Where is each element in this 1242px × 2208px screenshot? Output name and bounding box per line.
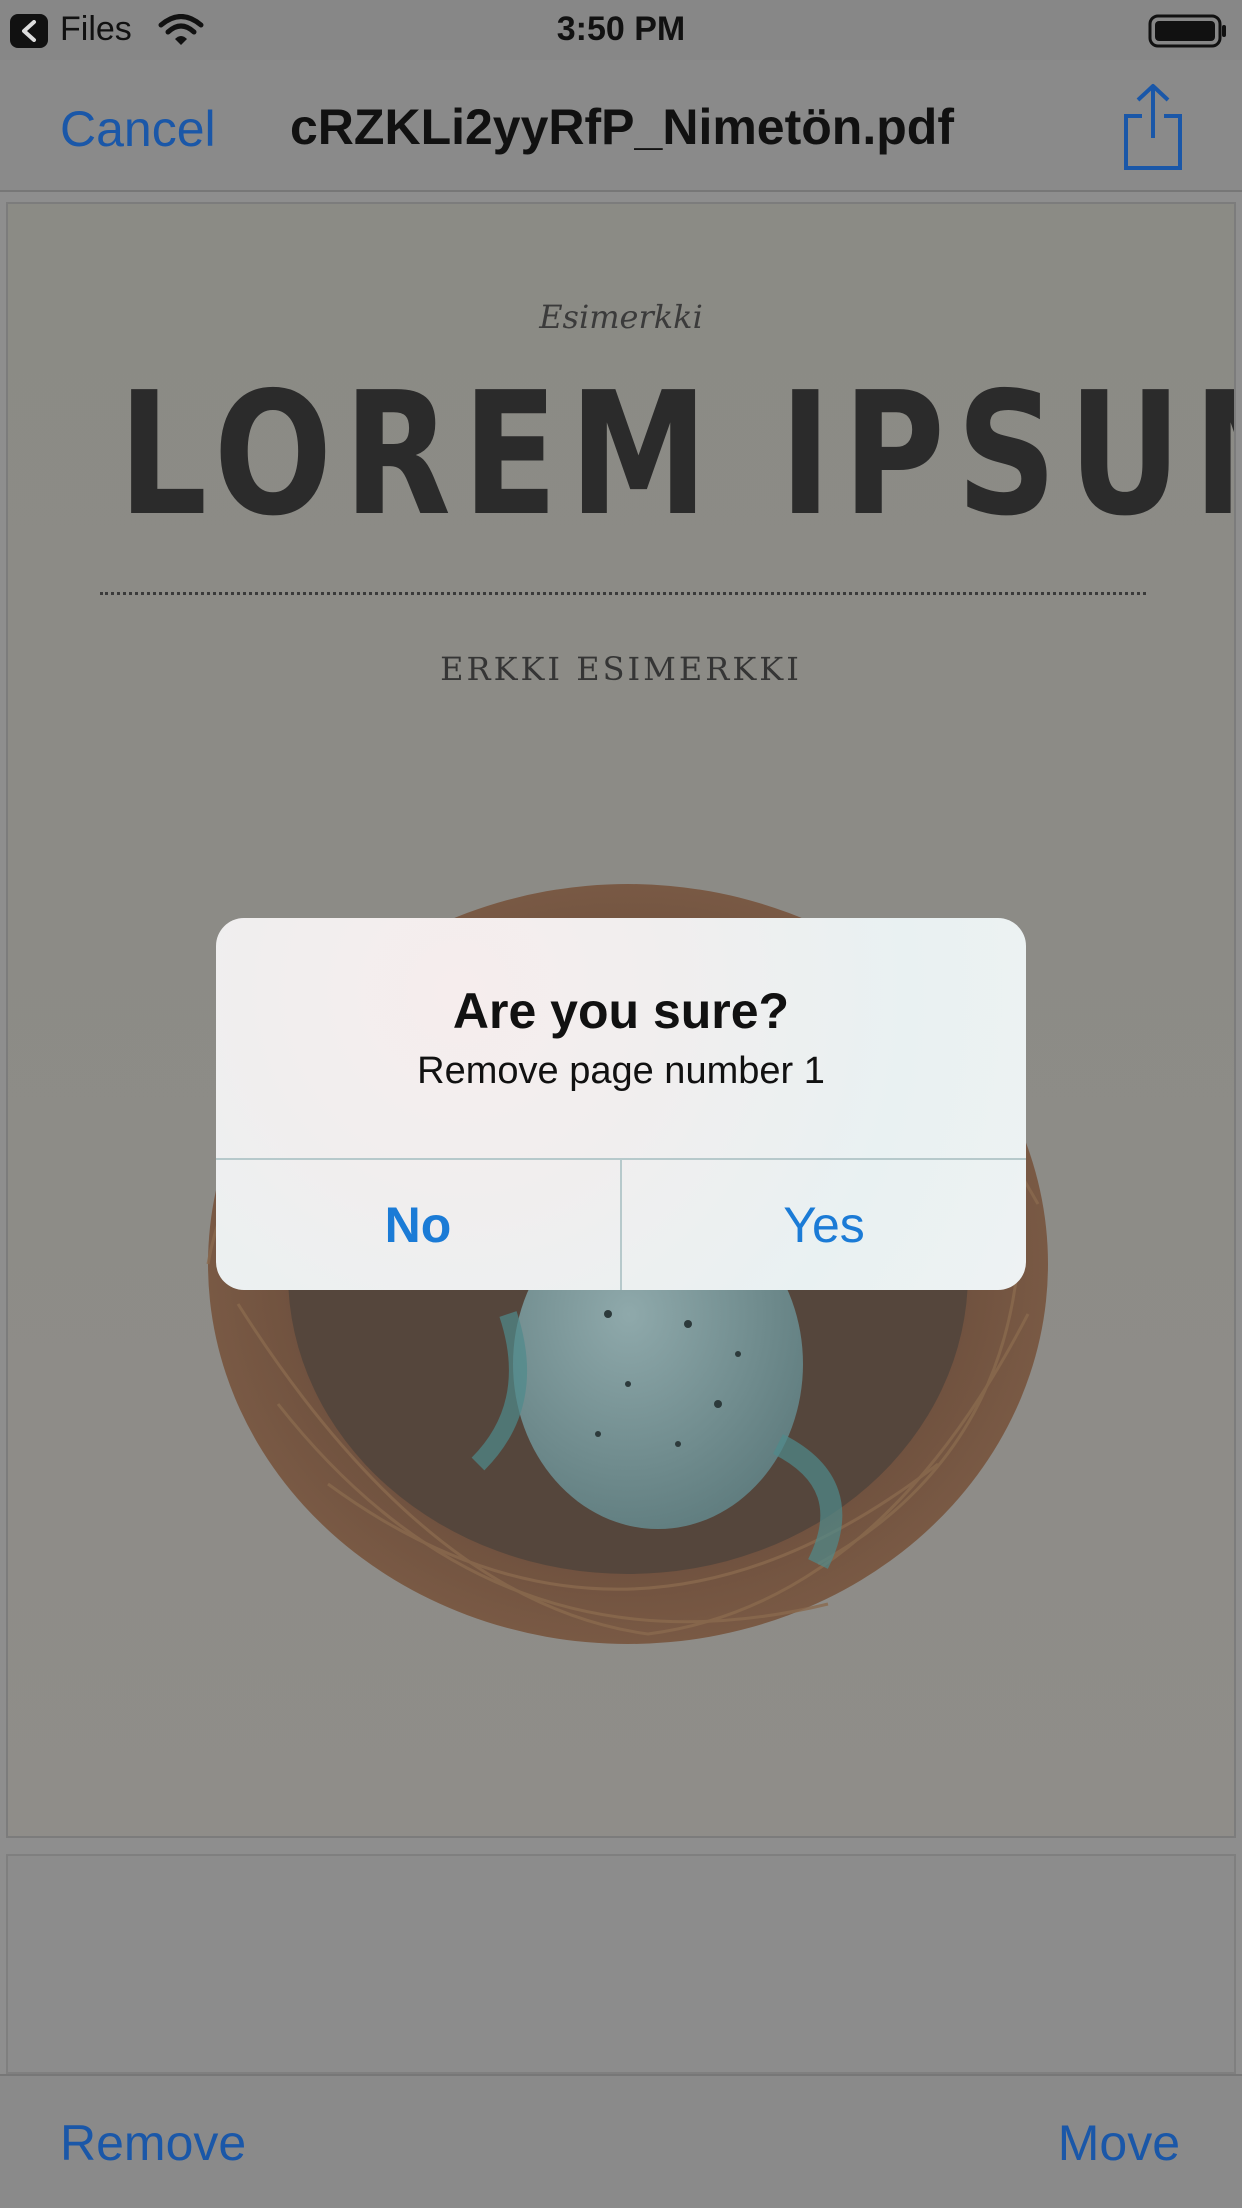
doc-heading: LOREM IPSUM <box>118 356 1236 554</box>
yes-button[interactable]: Yes <box>622 1160 1026 1290</box>
no-button[interactable]: No <box>216 1160 620 1290</box>
doc-divider <box>100 592 1146 595</box>
status-time: 3:50 PM <box>556 10 686 48</box>
doc-kicker: Esimerkki <box>539 298 703 336</box>
status-bar: Files 3:50 PM <box>0 0 1242 60</box>
move-button[interactable]: Move <box>1058 2114 1180 2172</box>
battery-icon <box>1148 14 1228 53</box>
document-title: cRZKLi2yyRfP_Nimetön.pdf <box>290 99 954 155</box>
cancel-button[interactable]: Cancel <box>60 100 216 158</box>
share-icon[interactable] <box>1120 82 1186 177</box>
nav-bar: Cancel cRZKLi2yyRfP_Nimetön.pdf <box>0 60 1242 192</box>
alert-title: Are you sure? <box>452 983 790 1039</box>
doc-author: ERKKI ESIMERKKI <box>440 650 802 688</box>
alert-message: Remove page number 1 <box>417 1050 825 1092</box>
confirm-alert: Are you sure? Remove page number 1 No Ye… <box>216 918 1026 1290</box>
remove-button[interactable]: Remove <box>60 2114 246 2172</box>
bottom-toolbar: Remove Move <box>0 2074 1242 2208</box>
page-thumbnail-strip[interactable] <box>6 1854 1236 2074</box>
